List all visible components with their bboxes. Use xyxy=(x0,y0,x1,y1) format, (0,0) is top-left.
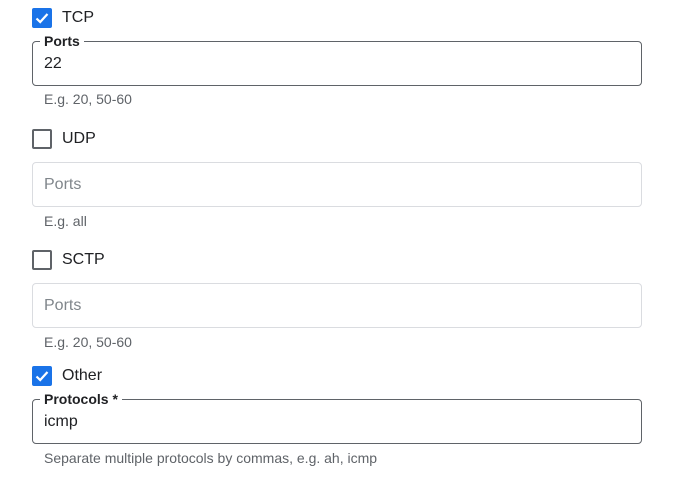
udp-checkbox[interactable] xyxy=(32,129,52,149)
protocols-field[interactable]: Protocols * icmp xyxy=(32,390,642,444)
sctp-checkbox[interactable] xyxy=(32,250,52,270)
tcp-ports-label: Ports xyxy=(40,32,84,50)
tcp-ports-field[interactable]: Ports 22 xyxy=(32,32,642,86)
udp-ports-field[interactable] xyxy=(32,162,642,207)
protocols-hint: Separate multiple protocols by commas, e… xyxy=(44,450,378,466)
udp-checkbox-row[interactable]: UDP xyxy=(32,129,96,149)
sctp-checkbox-row[interactable]: SCTP xyxy=(32,250,105,270)
other-checkbox[interactable] xyxy=(32,366,52,386)
checkmark-icon xyxy=(35,13,49,24)
tcp-label: TCP xyxy=(62,9,94,26)
protocols-value[interactable]: icmp xyxy=(44,412,78,432)
other-label: Other xyxy=(62,367,103,384)
udp-label: UDP xyxy=(62,130,96,147)
tcp-ports-value[interactable]: 22 xyxy=(44,54,62,74)
sctp-ports-input[interactable] xyxy=(44,284,624,327)
checkmark-icon xyxy=(35,371,49,382)
udp-hint: E.g. all xyxy=(44,213,87,229)
tcp-hint: E.g. 20, 50-60 xyxy=(44,91,132,107)
sctp-ports-field[interactable] xyxy=(32,283,642,328)
tcp-checkbox[interactable] xyxy=(32,8,52,28)
protocols-label: Protocols * xyxy=(40,390,122,408)
udp-ports-input[interactable] xyxy=(44,163,624,206)
sctp-hint: E.g. 20, 50-60 xyxy=(44,334,132,350)
tcp-checkbox-row[interactable]: TCP xyxy=(32,8,94,28)
other-checkbox-row[interactable]: Other xyxy=(32,366,102,386)
sctp-label: SCTP xyxy=(62,251,105,268)
